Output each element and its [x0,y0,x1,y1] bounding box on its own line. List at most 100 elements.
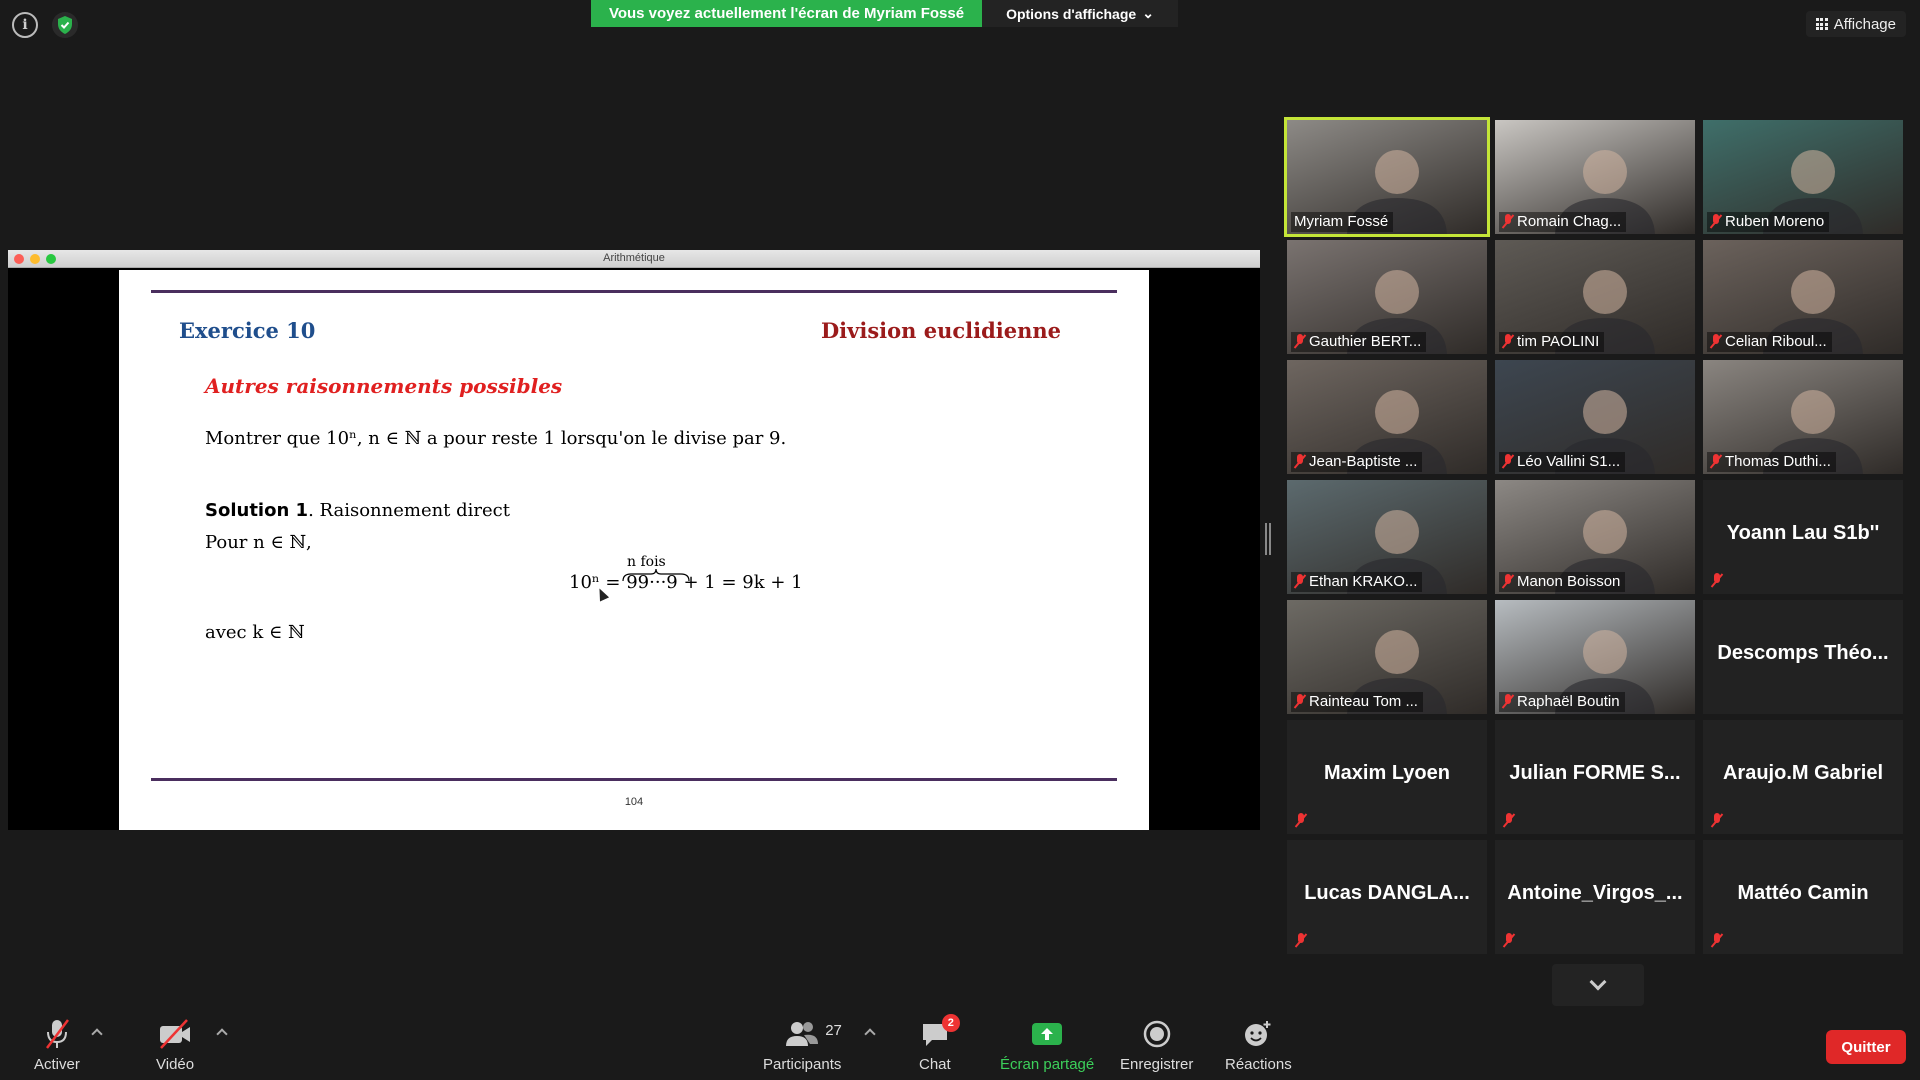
participant-tile[interactable]: Maxim Lyoen [1287,720,1487,834]
participant-name-label: Thomas Duthi... [1707,452,1836,472]
participant-name-label: Myriam Fossé [1291,212,1394,232]
microphone-muted-icon [1294,334,1306,349]
participants-button[interactable]: 27 Participants [763,1016,842,1073]
participant-tile[interactable]: Araujo.M Gabriel [1703,720,1903,834]
microphone-muted-icon [1502,694,1514,709]
participant-name: Raphaël Boutin [1517,693,1620,710]
leave-meeting-button[interactable]: Quitter [1826,1030,1906,1064]
participant-tile[interactable]: Celian Riboul... [1703,240,1903,354]
participant-name-label: Léo Vallini S1... [1499,452,1626,472]
participant-tile[interactable]: Jean-Baptiste ... [1287,360,1487,474]
participant-name: Celian Riboul... [1725,333,1827,350]
participant-name: Lucas DANGLA... [1304,882,1470,904]
video-button[interactable]: Vidéo [156,1016,194,1073]
participant-tile[interactable]: Gauthier BERT... [1287,240,1487,354]
view-options-button[interactable]: Options d'affichage ⌄ [982,0,1178,27]
participant-name: tim PAOLINI [1517,333,1600,350]
gallery-next-page-button[interactable] [1552,964,1644,1006]
participant-tile[interactable]: Lucas DANGLA... [1287,840,1487,954]
participant-name: Mattéo Camin [1737,882,1869,904]
participant-name: Araujo.M Gabriel [1722,762,1884,784]
participant-name-label: tim PAOLINI [1499,332,1605,352]
view-layout-label: Affichage [1833,15,1896,33]
participants-caret-icon[interactable] [864,1028,876,1040]
participant-name: Ruben Moreno [1725,213,1825,230]
unmute-label: Activer [34,1056,80,1073]
participant-tile[interactable]: Julian FORME S... [1495,720,1695,834]
participant-name: Thomas Duthi... [1725,453,1831,470]
security-shield-icon[interactable] [52,12,78,38]
microphone-muted-icon [1295,933,1307,948]
problem-statement: Montrer que 10ⁿ, n ∈ ℕ a pour reste 1 lo… [205,428,787,449]
participants-count: 27 [825,1022,842,1039]
microphone-muted-icon [1502,454,1514,469]
reactions-button[interactable]: Réactions [1225,1016,1292,1073]
participant-tile[interactable]: Raphaël Boutin [1495,600,1695,714]
participant-name-label: Celian Riboul... [1707,332,1832,352]
unmute-button[interactable]: Activer [34,1016,80,1073]
view-layout-button[interactable]: Affichage [1805,11,1906,37]
video-label: Vidéo [156,1056,195,1073]
resize-handle[interactable] [1265,523,1271,555]
participants-icon: 27 [785,1016,842,1052]
participant-name: Antoine_Virgos_... [1507,882,1683,904]
chevron-down-icon [1589,973,1607,991]
participant-tile[interactable]: Léo Vallini S1... [1495,360,1695,474]
view-options-label: Options d'affichage [1006,5,1137,22]
video-options-caret-icon[interactable] [216,1028,228,1040]
participant-tile[interactable]: Mattéo Camin [1703,840,1903,954]
grid-view-icon [1815,18,1828,30]
participant-tile[interactable]: Ethan KRAKO... [1287,480,1487,594]
shared-screen: Arithmétique Exercice 10 Division euclid… [8,250,1260,830]
participants-label: Participants [763,1056,842,1073]
chat-button[interactable]: 2 Chat [919,1014,960,1073]
participant-name: Rainteau Tom ... [1309,693,1418,710]
participant-name-label: Ethan KRAKO... [1291,572,1423,592]
audio-options-caret-icon[interactable] [91,1028,103,1040]
microphone-muted-icon [1294,574,1306,589]
slide-subtitle: Autres raisonnements possibles [205,374,563,398]
participant-tile[interactable]: Thomas Duthi... [1703,360,1903,474]
shared-window-title: Arithmétique [603,252,665,264]
microphone-muted-icon [1711,933,1723,948]
video-off-icon [157,1016,193,1052]
exercise-topic: Division euclidienne [820,318,1061,343]
participant-name: Myriam Fossé [1294,213,1389,230]
reactions-label: Réactions [1225,1056,1292,1073]
participant-name: Manon Boisson [1517,573,1621,590]
record-button[interactable]: Enregistrer [1120,1016,1193,1073]
chat-unread-badge: 2 [941,1014,960,1032]
info-icon[interactable]: i [12,12,38,38]
participant-name-label: Raphaël Boutin [1499,692,1625,712]
participant-tile[interactable]: Myriam Fossé [1284,117,1490,237]
record-icon [1143,1016,1171,1052]
participant-name-label: Ruben Moreno [1707,212,1830,232]
share-screen-button[interactable]: Écran partagé [1000,1016,1094,1073]
participant-tile[interactable]: Manon Boisson [1495,480,1695,594]
microphone-muted-icon [1503,933,1515,948]
chevron-down-icon: ⌄ [1142,5,1154,21]
participant-tile[interactable]: Yoann Lau S1b'' [1703,480,1903,594]
solution-label: Solution 1 [205,500,309,521]
record-label: Enregistrer [1120,1056,1194,1073]
participant-name-label: Romain Chag... [1499,212,1627,232]
chat-label: Chat [919,1056,951,1073]
participant-tile[interactable]: tim PAOLINI [1495,240,1695,354]
page-number: 104 [624,796,644,808]
microphone-muted-icon [1294,694,1306,709]
for-n-text: Pour n ∈ ℕ, [205,532,312,553]
participant-name-label: Jean-Baptiste ... [1291,452,1423,472]
participant-tile[interactable]: Ruben Moreno [1703,120,1903,234]
participant-tile[interactable]: Descomps Théo... [1703,600,1903,714]
participant-gallery: Myriam Fossé Romain Chag... Ruben Moreno Ga… [1284,117,1907,965]
microphone-muted-icon [1710,454,1722,469]
exercise-title: Exercice 10 [179,318,316,343]
participant-name-label: Rainteau Tom ... [1291,692,1423,712]
participant-name-label: Gauthier BERT... [1291,332,1427,352]
participant-name: Descomps Théo... [1717,642,1889,664]
participant-tile[interactable]: Romain Chag... [1495,120,1695,234]
participant-name: Léo Vallini S1... [1517,453,1621,470]
participant-tile[interactable]: Rainteau Tom ... [1287,600,1487,714]
share-screen-icon [1031,1016,1063,1052]
participant-tile[interactable]: Antoine_Virgos_... [1495,840,1695,954]
